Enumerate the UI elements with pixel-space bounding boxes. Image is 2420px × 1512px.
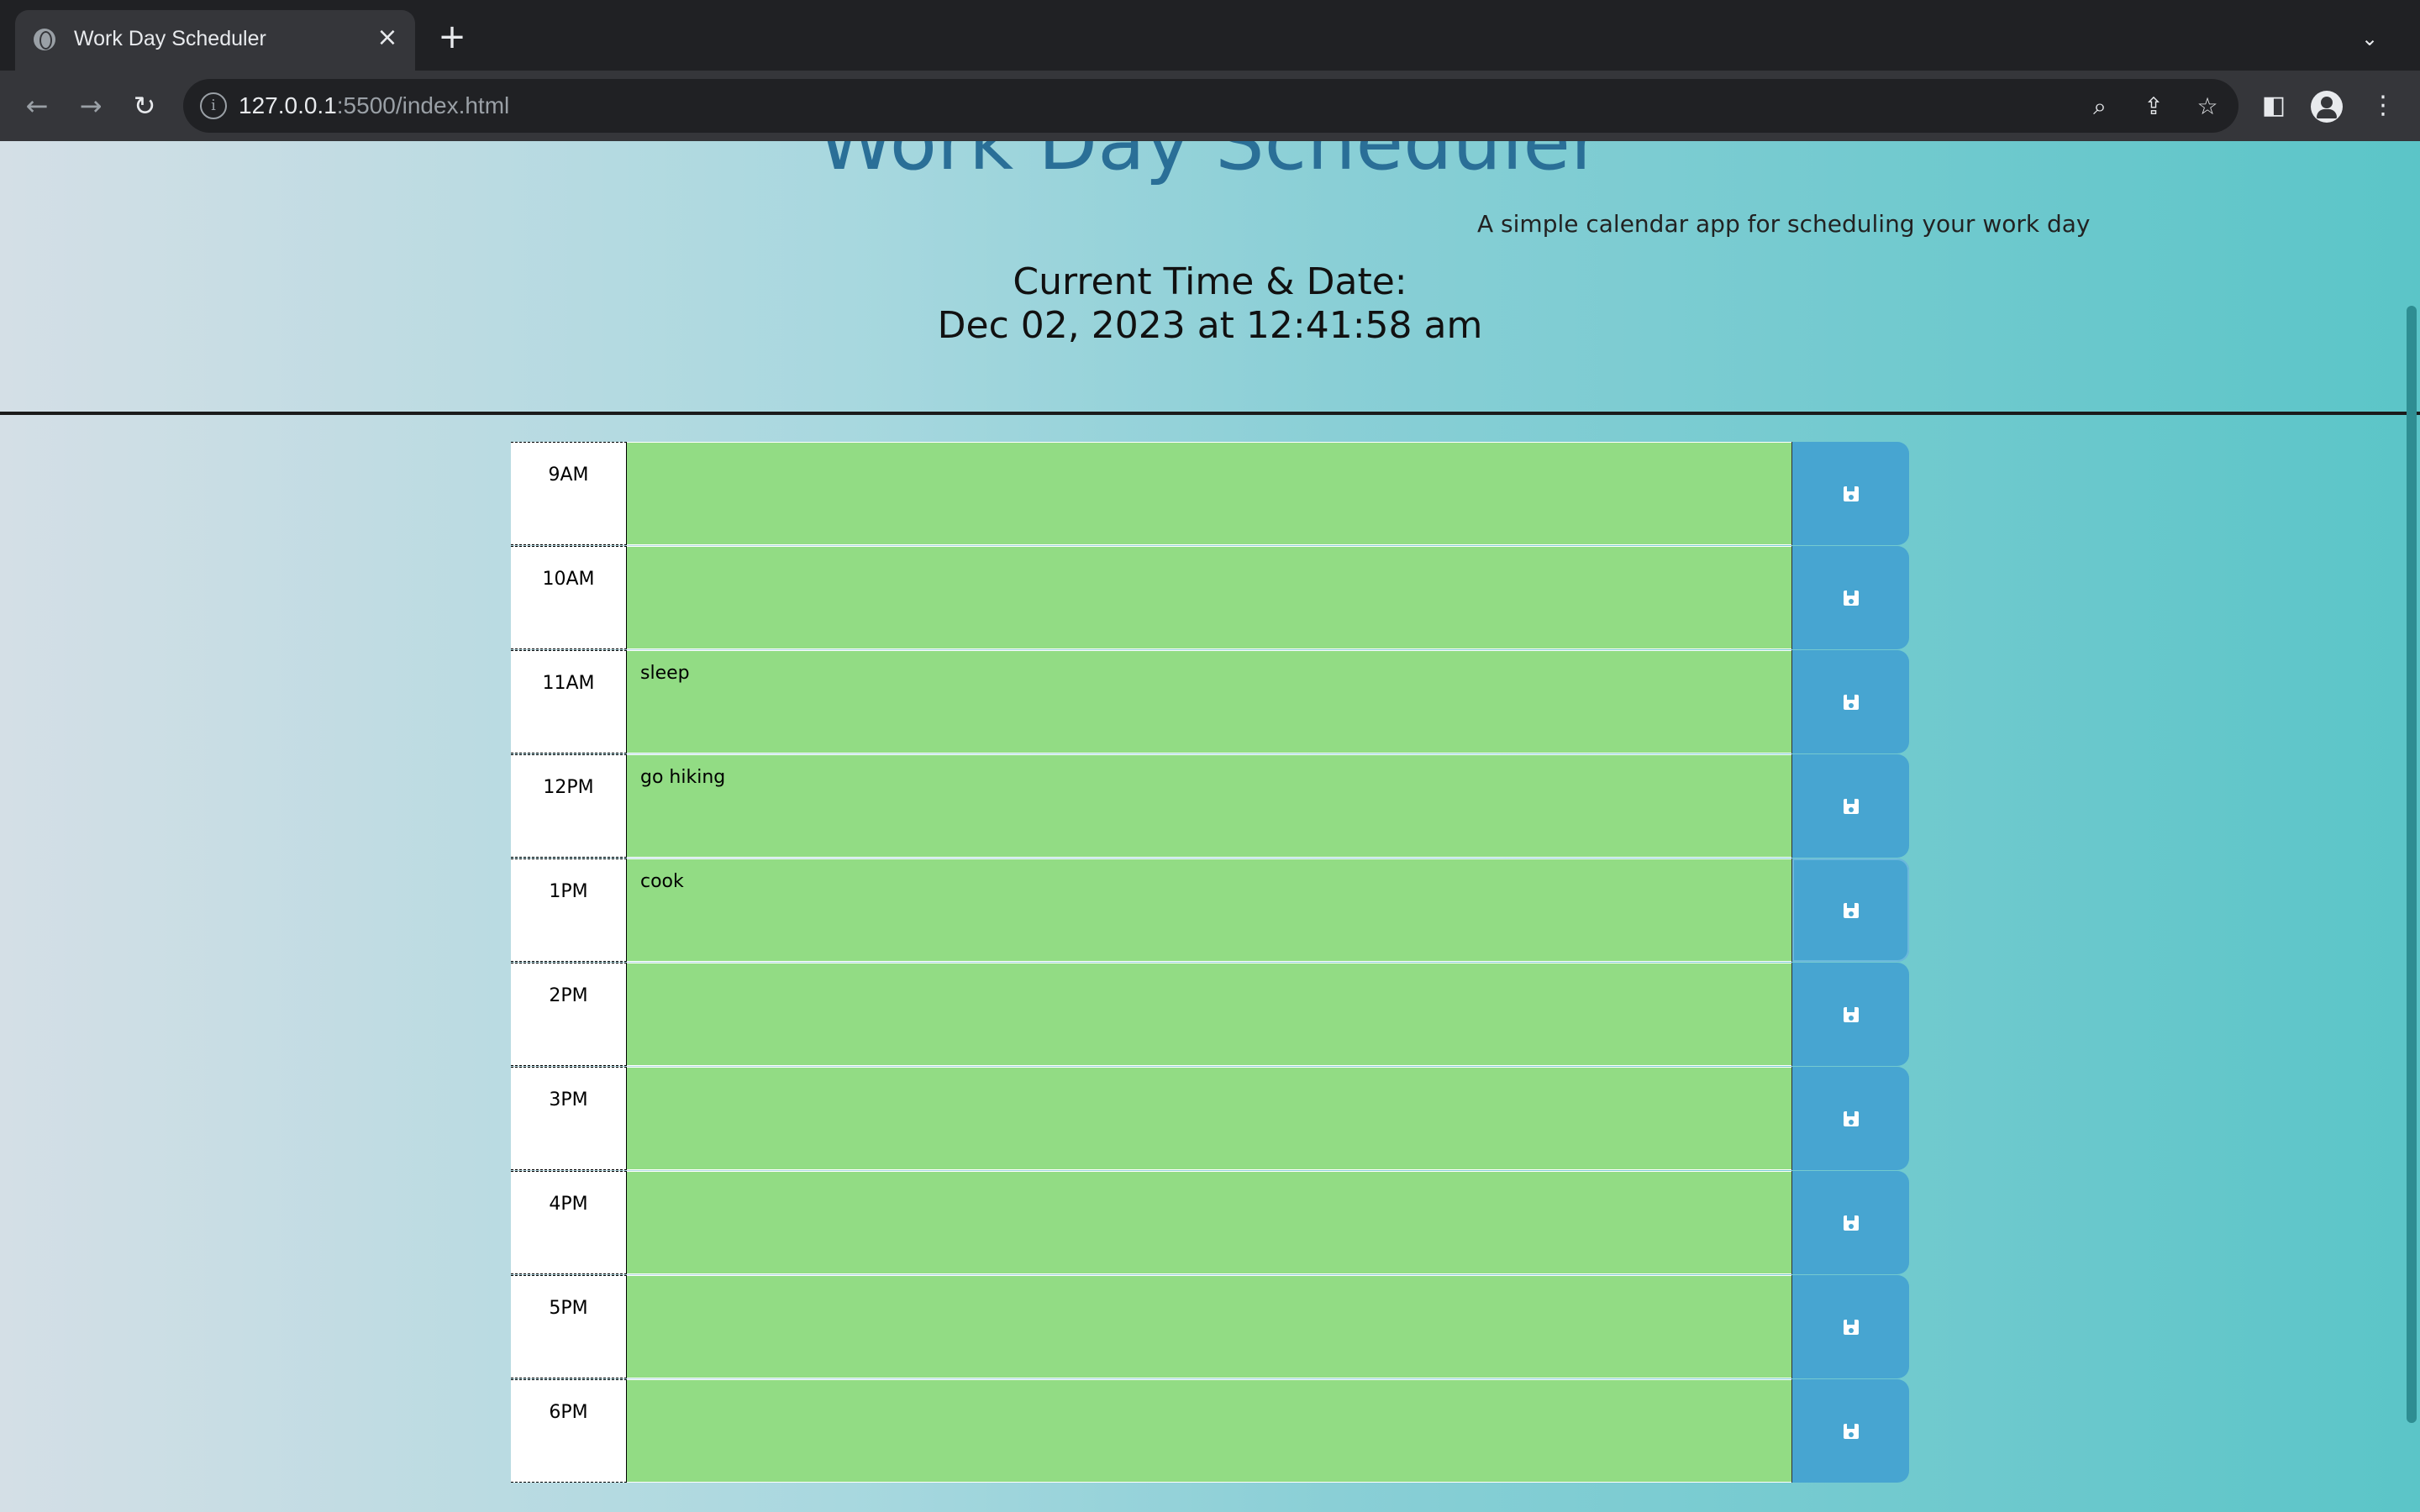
save-icon	[1844, 1111, 1859, 1126]
hour-label: 3PM	[511, 1067, 627, 1170]
event-description-textarea[interactable]	[627, 1067, 1791, 1170]
save-icon	[1844, 1007, 1859, 1022]
event-description-textarea[interactable]	[627, 442, 1791, 545]
save-button[interactable]	[1791, 442, 1909, 545]
hour-label: 10AM	[511, 546, 627, 649]
event-description-textarea[interactable]	[627, 1275, 1791, 1378]
page-header: Work Day Scheduler A simple calendar app…	[0, 141, 2420, 415]
browser-toolbar: ← → ↻ i 127.0.0.1:5500/index.html ⌕ ⇪ ☆ …	[0, 71, 2420, 141]
schedule-container: 9AM 10AM 11AM sleep 12PM go hiking 1PM cook 2PM 3…	[511, 442, 1909, 1483]
menu-icon[interactable]: ⋮	[2365, 87, 2402, 124]
new-tab-icon[interactable]: +	[437, 20, 467, 54]
hour-label: 1PM	[511, 858, 627, 962]
side-panel-icon[interactable]: ◧	[2255, 87, 2292, 124]
time-block-row: 10AM	[511, 546, 1909, 650]
save-icon	[1844, 1424, 1859, 1439]
hour-label: 9AM	[511, 442, 627, 545]
time-block-row: 1PM cook	[511, 858, 1909, 963]
page-lead: A simple calendar app for scheduling you…	[1477, 210, 2091, 238]
save-icon	[1844, 1320, 1859, 1335]
event-description-textarea[interactable]	[627, 546, 1791, 649]
event-description-textarea[interactable]	[627, 1171, 1791, 1274]
url-text[interactable]: 127.0.0.1:5500/index.html	[239, 92, 509, 119]
reload-icon[interactable]: ↻	[126, 87, 163, 124]
time-block-row: 9AM	[511, 442, 1909, 546]
address-bar[interactable]: i 127.0.0.1:5500/index.html ⌕ ⇪ ☆	[183, 79, 2238, 133]
save-button[interactable]	[1791, 650, 1909, 753]
save-button[interactable]	[1791, 1067, 1909, 1170]
save-icon	[1844, 1215, 1859, 1231]
save-button[interactable]	[1791, 1275, 1909, 1378]
time-block-row: 4PM	[511, 1171, 1909, 1275]
page-viewport: Work Day Scheduler A simple calendar app…	[0, 141, 2420, 1512]
time-block-row: 3PM	[511, 1067, 1909, 1171]
event-description-textarea[interactable]	[627, 963, 1791, 1066]
save-button[interactable]	[1791, 1379, 1909, 1483]
back-icon[interactable]: ←	[18, 87, 55, 124]
hour-label: 4PM	[511, 1171, 627, 1274]
current-time-label: Current Time & Date:	[1013, 260, 1407, 303]
save-icon	[1844, 486, 1859, 501]
time-block-row: 2PM	[511, 963, 1909, 1067]
zoom-icon[interactable]: ⌕	[2086, 92, 2114, 121]
time-block-row: 12PM go hiking	[511, 754, 1909, 858]
event-description-textarea[interactable]: cook	[627, 858, 1791, 962]
forward-icon[interactable]: →	[72, 87, 109, 124]
globe-icon	[34, 29, 55, 50]
save-icon	[1844, 695, 1859, 710]
current-datetime: Dec 02, 2023 at 12:41:58 am	[937, 304, 1483, 347]
event-description-textarea[interactable]	[627, 1379, 1791, 1483]
scrollbar[interactable]	[2407, 306, 2417, 1423]
close-tab-icon[interactable]: ×	[373, 24, 402, 52]
hour-label: 5PM	[511, 1275, 627, 1378]
hour-label: 11AM	[511, 650, 627, 753]
time-block-row: 6PM	[511, 1379, 1909, 1483]
save-button[interactable]	[1791, 754, 1909, 858]
info-icon[interactable]: i	[200, 92, 227, 119]
save-icon	[1844, 799, 1859, 814]
time-block-row: 11AM sleep	[511, 650, 1909, 754]
hour-label: 2PM	[511, 963, 627, 1066]
save-icon	[1844, 591, 1859, 606]
tab-bar: Work Day Scheduler × + ⌄	[0, 0, 2420, 71]
event-description-textarea[interactable]: go hiking	[627, 754, 1791, 858]
save-button[interactable]	[1791, 858, 1909, 962]
save-button[interactable]	[1791, 546, 1909, 649]
tab-work-day-scheduler[interactable]: Work Day Scheduler ×	[15, 10, 415, 71]
save-button[interactable]	[1791, 1171, 1909, 1274]
bookmark-star-icon[interactable]: ☆	[2193, 92, 2222, 121]
save-button[interactable]	[1791, 963, 1909, 1066]
save-icon	[1844, 903, 1859, 918]
hour-label: 6PM	[511, 1379, 627, 1483]
share-icon[interactable]: ⇪	[2139, 92, 2168, 121]
time-block-row: 5PM	[511, 1275, 1909, 1379]
page-title: Work Day Scheduler	[818, 141, 1602, 187]
tab-title: Work Day Scheduler	[74, 27, 266, 50]
chevron-down-icon[interactable]: ⌄	[2353, 22, 2386, 55]
hour-label: 12PM	[511, 754, 627, 858]
event-description-textarea[interactable]: sleep	[627, 650, 1791, 753]
profile-avatar-icon[interactable]	[2311, 91, 2343, 123]
